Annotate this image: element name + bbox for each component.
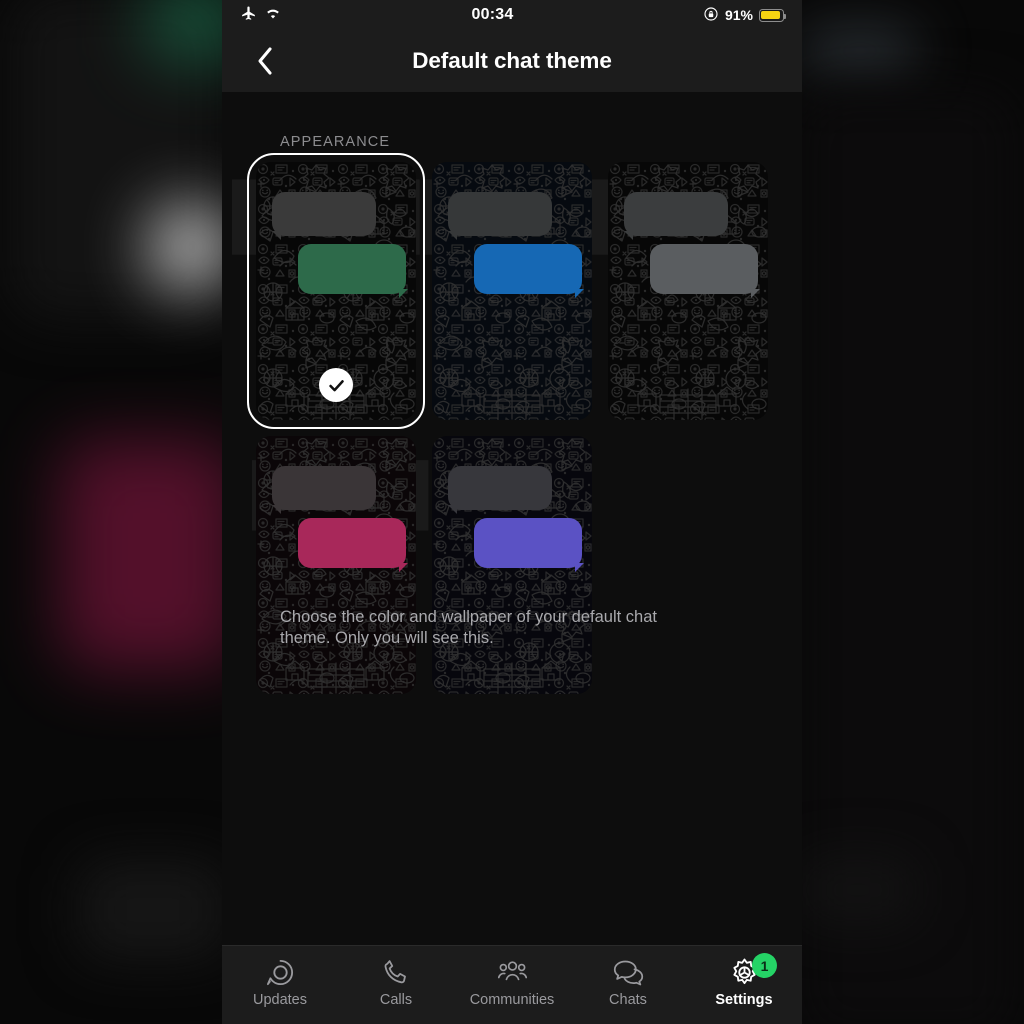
theme-preview-blue [432, 162, 592, 420]
theme-option-pink[interactable] [248, 428, 424, 702]
wifi-icon [264, 6, 282, 25]
outgoing-message-bubble [650, 244, 758, 294]
theme-thumbnail-blue[interactable] [432, 162, 592, 420]
theme-preview-pink [256, 436, 416, 694]
tab-updates[interactable]: Updates [222, 955, 338, 1008]
section-header-appearance: APPEARANCE [280, 134, 391, 150]
outgoing-message-bubble [474, 244, 582, 294]
theme-thumbnail-pink[interactable] [256, 436, 416, 694]
status-bar: 00:34 91% [222, 0, 802, 30]
incoming-message-bubble [272, 192, 376, 236]
updates-icon [265, 955, 296, 989]
chats-icon [612, 955, 645, 989]
theme-preview-purple [432, 436, 592, 694]
back-button[interactable] [244, 40, 286, 82]
tab-chats[interactable]: Chats [570, 955, 686, 1008]
incoming-bubble-tail [272, 505, 281, 514]
incoming-bubble-tail [448, 231, 457, 240]
theme-preview-green [256, 162, 416, 420]
tab-communities[interactable]: Communities [454, 955, 570, 1008]
outgoing-message-bubble [298, 244, 406, 294]
theme-option-purple[interactable] [424, 428, 600, 702]
airplane-mode-icon [240, 4, 257, 26]
backdrop-pink-blob [60, 440, 240, 670]
incoming-bubble-tail [272, 231, 281, 240]
outgoing-bubble-tail [751, 289, 760, 298]
battery-icon [759, 8, 787, 22]
outgoing-bubble-tail [399, 563, 408, 572]
battery-percent-label: 91% [724, 7, 753, 23]
tab-label: Communities [469, 992, 555, 1008]
outgoing-message-bubble [298, 518, 406, 568]
theme-preview-gray [608, 162, 768, 420]
communities-icon [496, 955, 529, 989]
incoming-message-bubble [448, 192, 552, 236]
tab-settings[interactable]: Settings 1 [686, 953, 802, 1008]
incoming-message-bubble [448, 466, 552, 510]
incoming-message-bubble [272, 466, 376, 510]
tab-label: Calls [379, 992, 413, 1008]
outgoing-message-bubble [474, 518, 582, 568]
incoming-bubble-tail [624, 231, 633, 240]
tab-label: Updates [252, 992, 307, 1008]
theme-option-gray[interactable] [600, 154, 776, 428]
outgoing-bubble-tail [399, 289, 408, 298]
theme-option-blue[interactable] [424, 154, 600, 428]
backdrop-dark-card-lower-right [798, 855, 918, 925]
navigation-bar: Default chat theme [222, 30, 802, 92]
incoming-bubble-tail [448, 505, 457, 514]
outgoing-bubble-tail [575, 563, 584, 572]
backdrop-dark-card-lower-left [78, 860, 228, 960]
outgoing-bubble-tail [575, 289, 584, 298]
backdrop-panel-right [800, 26, 920, 76]
tab-badge-count: 1 [752, 953, 777, 978]
backdrop-white-blob [152, 208, 230, 286]
bottom-tab-bar: Updates Calls Communities Chats Settings 1 [222, 945, 802, 1024]
rotation-lock-icon [703, 6, 719, 25]
theme-option-green[interactable] [247, 153, 425, 429]
check-icon [328, 379, 344, 391]
incoming-message-bubble [624, 192, 728, 236]
phone-icon [381, 955, 411, 989]
description-text: Choose the color and wallpaper of your d… [280, 608, 657, 647]
status-bar-time: 00:34 [471, 6, 514, 23]
theme-thumbnail-green[interactable] [247, 153, 425, 429]
tab-label: Chats [609, 992, 647, 1008]
theme-thumbnail-purple[interactable] [432, 436, 592, 694]
settings-content: ████████ ██████ APPEARANCE [222, 92, 802, 945]
phone-screen: 00:34 91% Default chat theme ████████ ██… [222, 0, 802, 1024]
theme-thumbnail-gray[interactable] [608, 162, 768, 420]
tab-label: Settings [715, 992, 773, 1008]
back-chevron-icon [258, 47, 272, 75]
selected-check-badge [319, 368, 353, 402]
tab-calls[interactable]: Calls [338, 955, 454, 1008]
page-title: Default chat theme [412, 48, 612, 73]
